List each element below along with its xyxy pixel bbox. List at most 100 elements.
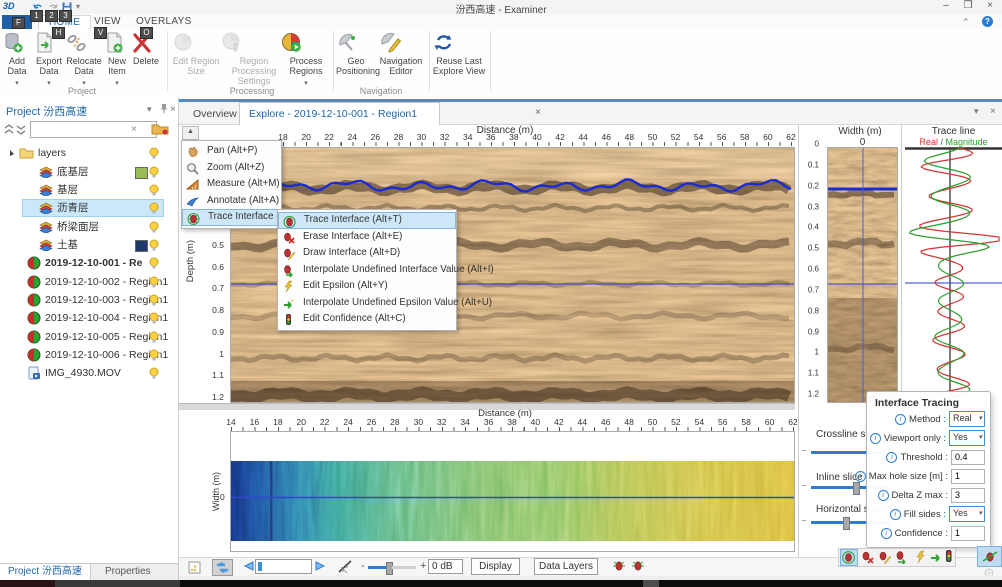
interpolate-epsilon-tool[interactable] <box>929 550 943 564</box>
panel-menu-caret-icon[interactable]: ▾ <box>974 106 979 117</box>
new-item-button[interactable]: New Item▾ <box>103 31 131 88</box>
gain-plus[interactable]: + <box>420 560 426 572</box>
prev-arrow-icon[interactable] <box>242 560 254 572</box>
collapse-view-button[interactable]: ▲ <box>182 126 199 140</box>
inline-slider-thumb[interactable] <box>853 482 860 495</box>
visibility-bulb-icon[interactable] <box>148 221 160 234</box>
visibility-bulb-icon[interactable] <box>148 312 160 325</box>
info-icon[interactable]: i <box>886 452 897 463</box>
db-value-box[interactable]: 0 dB <box>428 559 463 574</box>
tree-item-dataset-006[interactable]: 2019-12-10-006 - Region1 <box>0 346 178 364</box>
settings-grid-icon[interactable] <box>188 561 201 574</box>
tab-view[interactable]: VIEW <box>84 15 131 29</box>
panel-close-icon[interactable]: × <box>990 106 996 117</box>
confidence-input[interactable] <box>951 526 985 541</box>
menu-item-trace-interface[interactable]: Trace Interface (Alt+T) <box>182 209 281 226</box>
visibility-bulb-icon[interactable] <box>148 331 160 344</box>
edit-epsilon-tool[interactable] <box>913 550 927 564</box>
trace-index-input[interactable] <box>255 559 312 574</box>
relocate-data-button[interactable]: Relocate Data▾ <box>66 31 102 88</box>
visibility-bulb-icon[interactable] <box>148 202 160 215</box>
trace-bug-icon[interactable] <box>631 559 645 573</box>
visibility-bulb-icon[interactable] <box>148 147 160 160</box>
trace-line-view[interactable] <box>905 147 1002 403</box>
tree-item-layers[interactable]: layers <box>0 144 178 162</box>
submenu-draw-interface[interactable]: Draw Interface (Alt+D) <box>278 245 456 262</box>
info-icon[interactable]: i <box>870 433 881 444</box>
color-swatch[interactable] <box>135 240 148 252</box>
expand-all-icon[interactable] <box>16 124 26 135</box>
visibility-bulb-icon[interactable] <box>148 239 160 252</box>
tree-item-dataset-004[interactable]: 2019-12-10-004 - Region1 <box>0 309 178 327</box>
visibility-bulb-icon[interactable] <box>148 294 160 307</box>
method-dropdown[interactable]: Real▾ <box>949 411 985 427</box>
submenu-interpolate-epsilon[interactable]: Interpolate Undefined Epsilon Value (Alt… <box>278 295 456 312</box>
tree-item-dijiceng[interactable]: 底基层 <box>0 163 178 181</box>
info-icon[interactable]: i <box>895 414 906 425</box>
visibility-bulb-icon[interactable] <box>148 184 160 197</box>
reuse-last-explore-view-button[interactable]: Reuse Last Explore View <box>432 31 486 76</box>
swap-axes-button[interactable] <box>212 559 233 576</box>
geo-positioning-button[interactable]: Geo Positioning <box>336 31 376 76</box>
visibility-bulb-icon[interactable] <box>148 276 160 289</box>
info-icon[interactable]: i <box>855 471 866 482</box>
search-input[interactable] <box>30 121 157 138</box>
visibility-bulb-icon[interactable] <box>148 257 160 270</box>
delta-z-max-input[interactable] <box>951 488 985 503</box>
tree-item-dataset-003[interactable]: 2019-12-10-003 - Region1 <box>0 291 178 309</box>
menu-item-zoom[interactable]: Zoom (Alt+Z) <box>182 160 281 177</box>
menu-item-measure[interactable]: Measure (Alt+M) <box>182 176 281 193</box>
horizontal-minus[interactable]: − <box>801 516 807 527</box>
gain-minus[interactable]: - <box>361 560 365 572</box>
interpolate-interface-tool[interactable] <box>894 550 908 564</box>
tree-item-dataset-002[interactable]: 2019-12-10-002 - Region1 <box>0 273 178 291</box>
max-hole-size-input[interactable] <box>951 469 985 484</box>
submenu-edit-confidence[interactable]: Edit Confidence (Alt+C) <box>278 311 456 328</box>
tree-item-jiceng[interactable]: 基层 <box>0 181 178 199</box>
inline-minus[interactable]: − <box>801 481 807 492</box>
submenu-interpolate-interface[interactable]: Interpolate Undefined Interface Value (A… <box>278 262 456 279</box>
expand-arrow-icon[interactable] <box>8 144 16 162</box>
draw-interface-tool[interactable] <box>877 550 891 564</box>
trace-bug-icon[interactable] <box>612 559 626 573</box>
restore-button[interactable]: ❒ <box>958 0 978 13</box>
edit-confidence-tool[interactable] <box>942 549 955 564</box>
viewport-only-dropdown[interactable]: Yes▾ <box>949 430 985 446</box>
search-clear-icon[interactable]: × <box>131 124 137 135</box>
crossline-width-view[interactable] <box>827 147 898 403</box>
menu-item-annotate[interactable]: Annotate (Alt+A) <box>182 193 281 210</box>
pin-icon[interactable] <box>159 103 169 114</box>
display-button[interactable]: Display <box>471 558 520 575</box>
fill-sides-dropdown[interactable]: Yes▾ <box>949 506 985 522</box>
horizontal-slider-thumb[interactable] <box>843 517 850 530</box>
tab-close-icon[interactable]: × <box>535 107 541 118</box>
visibility-bulb-icon[interactable] <box>148 367 160 380</box>
panel-dropdown-icon[interactable]: ▾ <box>147 104 152 115</box>
tab-project[interactable]: Project 汾西高速 <box>0 564 91 580</box>
submenu-edit-epsilon[interactable]: Edit Epsilon (Alt+Y) <box>278 278 456 295</box>
tab-overview[interactable]: Overview <box>184 104 246 124</box>
gain-curve-icon[interactable] <box>338 560 352 573</box>
data-layers-button[interactable]: Data Layers <box>534 558 598 575</box>
close-button[interactable]: × <box>980 0 1000 13</box>
tab-overlays[interactable]: OVERLAYS <box>126 15 202 29</box>
collapse-all-icon[interactable] <box>4 124 14 135</box>
tree-item-tuji[interactable]: 土基 <box>0 236 178 254</box>
color-swatch[interactable] <box>135 167 148 179</box>
tab-explore[interactable]: Explore - 2019-12-10-001 - Region1 <box>239 102 440 125</box>
crossline-minus[interactable]: − <box>801 446 807 457</box>
submenu-trace-interface[interactable]: Trace Interface (Alt+T) <box>278 212 456 229</box>
minimize-button[interactable]: – <box>936 0 956 13</box>
info-icon[interactable]: i <box>878 490 889 501</box>
trace-interface-tool-active[interactable] <box>840 549 858 566</box>
submenu-erase-interface[interactable]: Erase Interface (Alt+E) <box>278 229 456 246</box>
info-icon[interactable]: i <box>890 509 901 520</box>
tree-item-dataset-005[interactable]: 2019-12-10-005 - Region1 <box>0 328 178 346</box>
search-folder-icon[interactable] <box>150 122 170 136</box>
visibility-bulb-icon[interactable] <box>148 349 160 362</box>
tree-item-liqingceng-selected[interactable]: 沥青层 <box>0 199 178 217</box>
export-data-button[interactable]: Export Data▾ <box>33 31 65 88</box>
visibility-bulb-icon[interactable] <box>148 166 160 179</box>
tab-properties[interactable]: Properties <box>97 564 159 580</box>
gain-slider[interactable] <box>368 566 406 569</box>
